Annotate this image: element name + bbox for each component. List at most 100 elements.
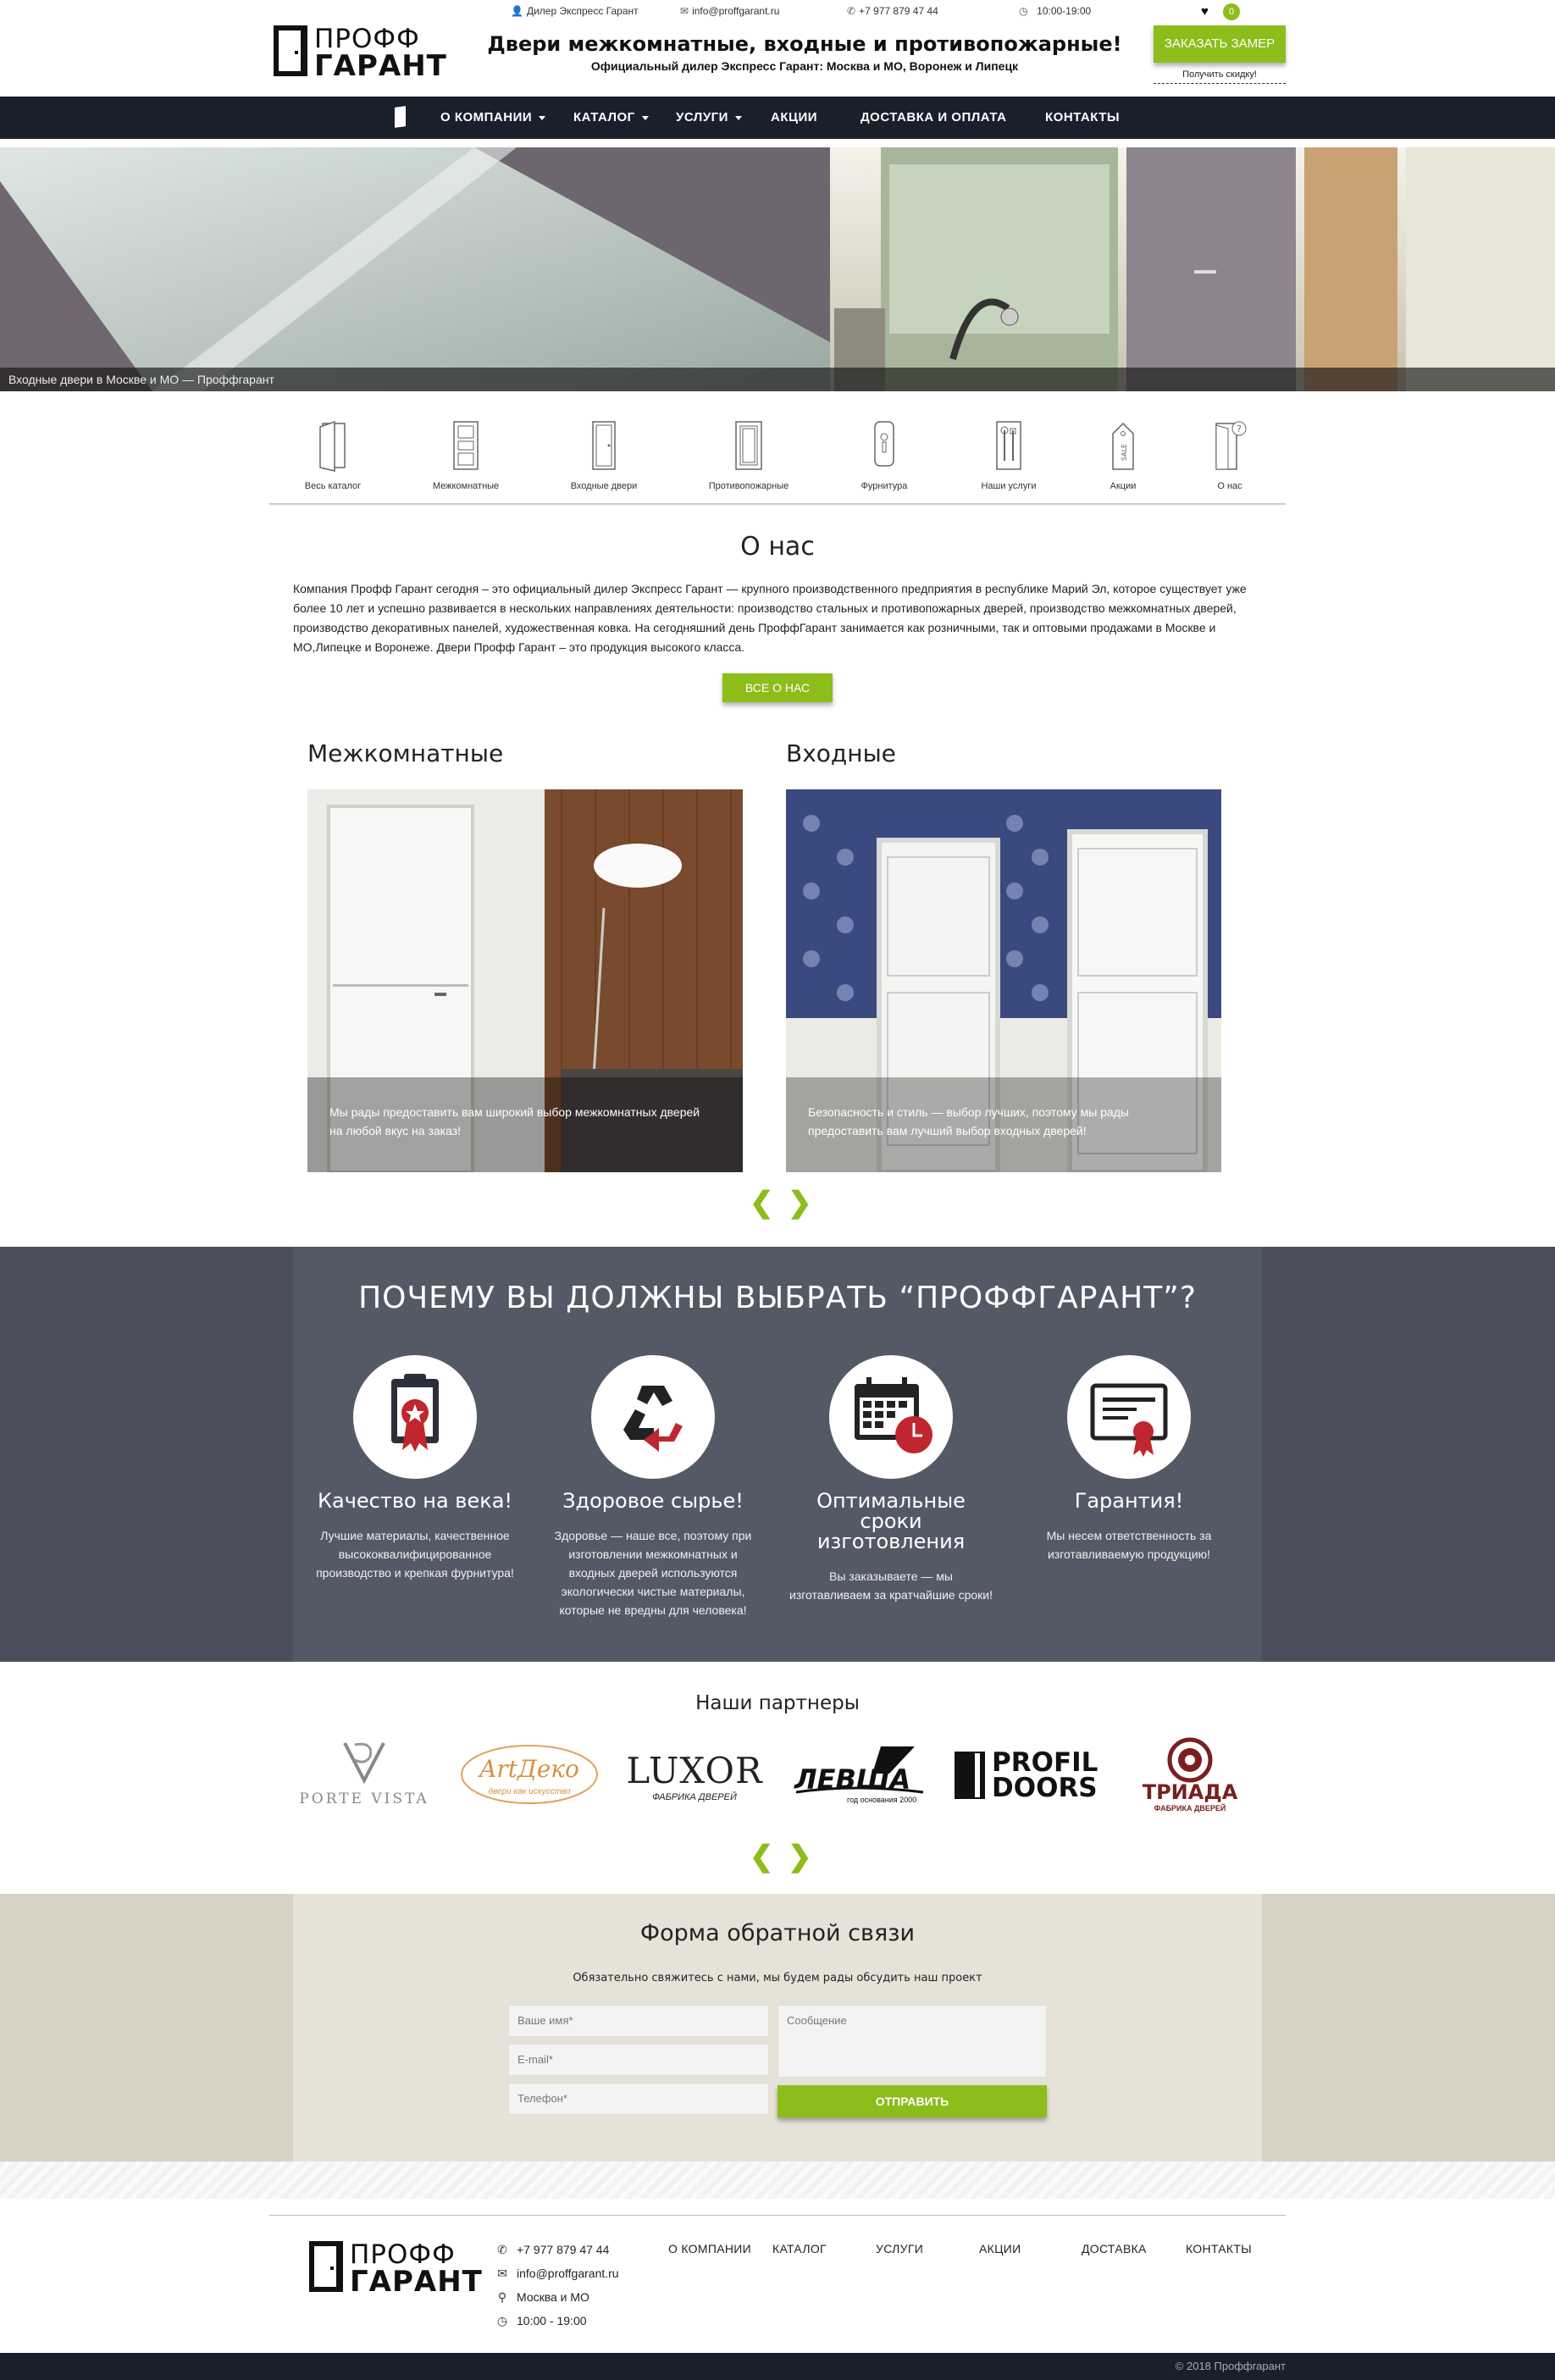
nav-label: КОНТАКТЫ	[1045, 110, 1121, 125]
message-textarea[interactable]: Сообщение	[778, 2005, 1047, 2078]
partner-name: ТРИАДА	[1142, 1780, 1238, 1804]
phone-link[interactable]: ✆ +7 977 879 47 44	[847, 5, 938, 17]
footer-nav-services[interactable]: УСЛУГИ	[876, 2242, 923, 2255]
feature-text: Вы заказываете — мы изготавливаем за кра…	[789, 1569, 993, 1602]
site-logo[interactable]: ПРОФФ ГАРАНТ	[274, 24, 446, 83]
nav-item-company[interactable]: О КОМПАНИИ	[440, 97, 546, 139]
category-sales[interactable]: SALE Акции	[1072, 418, 1174, 491]
feature-title: Гарантия!	[1074, 1489, 1184, 1513]
door-handle-icon	[874, 421, 894, 467]
category-hardware[interactable]: Фурнитура	[833, 418, 935, 491]
email-text: info@proffgarant.ru	[692, 5, 780, 17]
map-pin-icon: ⚲	[497, 2290, 507, 2304]
feature-text: Здоровье — наше все, поэтому при изготов…	[554, 1529, 752, 1617]
category-label: Наши услуги	[981, 481, 1037, 491]
slider-prev-arrow[interactable]: ❮	[750, 1186, 774, 1220]
form-title: Форма обратной связи	[639, 1920, 916, 1946]
header-title: Двери межкомнатные, входные и противопож…	[487, 32, 1122, 56]
footer-nav-delivery[interactable]: ДОСТАВКА	[1082, 2242, 1147, 2255]
category-fire[interactable]: Противопожарные	[698, 418, 800, 491]
submit-button[interactable]: ОТПРАВИТЬ	[778, 2085, 1047, 2117]
favorites-heart-icon[interactable]: ♥	[1201, 4, 1209, 19]
feature-title: Здоровое сырье!	[562, 1489, 744, 1513]
feature-title: Качество на века!	[317, 1489, 513, 1513]
category-all-catalog[interactable]: Весь каталог	[282, 418, 384, 491]
category-label: Фурнитура	[861, 481, 908, 491]
name-input[interactable]: Ваше имя*	[508, 2005, 769, 2037]
slider-next-arrow[interactable]: ❯	[788, 1186, 812, 1220]
envelope-icon: ✉	[497, 2267, 507, 2280]
email-link[interactable]: ✉ info@proffgarant.ru	[680, 5, 779, 17]
nav-label: ДОСТАВКА И ОПЛАТА	[861, 110, 1007, 125]
partner-levsha[interactable]: ЛЕВША год основания 2000	[788, 1736, 932, 1813]
category-label: Акции	[1110, 481, 1137, 491]
feature-quality: Качество на века! Лучшие материалы, каче…	[313, 1355, 517, 1582]
partner-porte-vista[interactable]: PORTE VISTA	[292, 1736, 436, 1813]
footer-nav-company[interactable]: О КОМПАНИИ	[668, 2242, 751, 2255]
partner-profil-doors[interactable]: PROFIL DOORS	[953, 1736, 1098, 1813]
nav-item-catalog[interactable]: КАТАЛОГ	[573, 97, 649, 139]
get-discount-link[interactable]: Получить скидку!	[1154, 69, 1286, 84]
nav-item-sales[interactable]: АКЦИИ	[771, 97, 817, 139]
decorative-stripes	[0, 2161, 1555, 2199]
hero-image	[0, 147, 1555, 391]
footer-phone[interactable]: ✆ +7 977 879 47 44	[496, 2243, 666, 2260]
nav-item-delivery[interactable]: ДОСТАВКА И ОПЛАТА	[861, 97, 1006, 139]
home-door-icon[interactable]	[395, 106, 406, 128]
logo-door-icon	[274, 25, 307, 76]
phone-input[interactable]: Телефон*	[508, 2083, 769, 2115]
recycle-icon	[591, 1355, 715, 1479]
feature-text: Лучшие материалы, качественное высококва…	[316, 1529, 514, 1580]
footer-logo[interactable]: ПРОФФ ГАРАНТ	[309, 2239, 482, 2299]
partners-next-arrow[interactable]: ❯	[788, 1840, 812, 1874]
footer-email-text: info@proffgarant.ru	[517, 2267, 619, 2280]
services-tools-icon	[996, 421, 1021, 470]
card-text: Безопасность и стиль — выбор лучших, поэ…	[808, 1105, 1129, 1137]
footer-phone-text: +7 977 879 47 44	[517, 2243, 610, 2256]
category-label: О нас	[1217, 481, 1242, 491]
clock-icon: ◷	[496, 2314, 508, 2327]
about-text: Компания Профф Гарант сегодня – это офиц…	[293, 582, 1247, 654]
dealer-info: 👤 Дилер Экспресс Гарант	[511, 5, 639, 17]
order-measure-button[interactable]: ЗАКАЗАТЬ ЗАМЕР	[1154, 25, 1286, 63]
phone-text: +7 977 879 47 44	[859, 5, 938, 17]
nav-item-contacts[interactable]: КОНТАКТЫ	[1045, 97, 1120, 139]
partner-name-2: DOORS	[992, 1773, 1098, 1803]
nav-label: УСЛУГИ	[676, 110, 728, 125]
why-us-section: ПОЧЕМУ ВЫ ДОЛЖНЫ ВЫБРАТЬ “ПРОФФГАРАНТ”?	[0, 1247, 1555, 1662]
category-label: Входные двери	[570, 481, 638, 491]
partner-artdeco[interactable]: ArtДеко двери как искусство	[457, 1736, 601, 1813]
category-about[interactable]: ? О нас	[1179, 418, 1281, 491]
partner-name: PORTE VISTA	[299, 1791, 429, 1807]
card-interior[interactable]: Мы рады предоставить вам широкий выбор м…	[307, 789, 743, 1172]
about-title: О нас	[740, 532, 815, 562]
nav-label: КАТАЛОГ	[573, 110, 635, 125]
hours-text: 10:00-19:00	[1037, 5, 1092, 17]
partner-tagline: ФАБРИКА ДВЕРЕЙ	[1154, 1804, 1226, 1813]
category-interior[interactable]: Межкомнатные	[415, 418, 517, 491]
caret-down-icon	[539, 115, 546, 120]
partner-triada[interactable]: ТРИАДА ФАБРИКА ДВЕРЕЙ	[1118, 1736, 1262, 1813]
footer-nav-contacts[interactable]: КОНТАКТЫ	[1186, 2242, 1252, 2255]
partner-tagline: год основания 2000	[847, 1796, 917, 1804]
footer-nav-catalog[interactable]: КАТАЛОГ	[772, 2242, 827, 2255]
partner-name: ЛЕВША	[794, 1763, 911, 1796]
category-entrance[interactable]: Входные двери	[553, 418, 655, 491]
entrance-door-icon	[592, 421, 616, 470]
feature-title: Оптимальные сроки изготовления	[816, 1489, 966, 1553]
partners-prev-arrow[interactable]: ❮	[750, 1840, 774, 1874]
partner-tagline: ФАБРИКА ДВЕРЕЙ	[652, 1792, 737, 1802]
email-input[interactable]: E-mail*	[508, 2044, 769, 2076]
footer-email[interactable]: ✉ info@proffgarant.ru	[496, 2267, 666, 2283]
why-title: ПОЧЕМУ ВЫ ДОЛЖНЫ ВЫБРАТЬ “ПРОФФГАРАНТ”?	[358, 1281, 1197, 1315]
category-services[interactable]: Наши услуги	[958, 418, 1060, 491]
nav-item-services[interactable]: УСЛУГИ	[676, 97, 742, 139]
all-about-button[interactable]: ВСЕ О НАС	[722, 673, 833, 702]
partner-luxor[interactable]: LUXOR ФАБРИКА ДВЕРЕЙ	[623, 1736, 766, 1813]
dealer-text: Дилер Экспресс Гарант	[526, 5, 639, 17]
partners-title: Наши партнеры	[695, 1692, 860, 1714]
footer-nav-sales[interactable]: АКЦИИ	[979, 2242, 1021, 2255]
bottom-bar: © 2018 Проффгарант	[0, 2353, 1555, 2380]
card-entrance[interactable]: Безопасность и стиль — выбор лучших, поэ…	[786, 789, 1221, 1172]
door-question-icon: ?	[1215, 421, 1247, 470]
